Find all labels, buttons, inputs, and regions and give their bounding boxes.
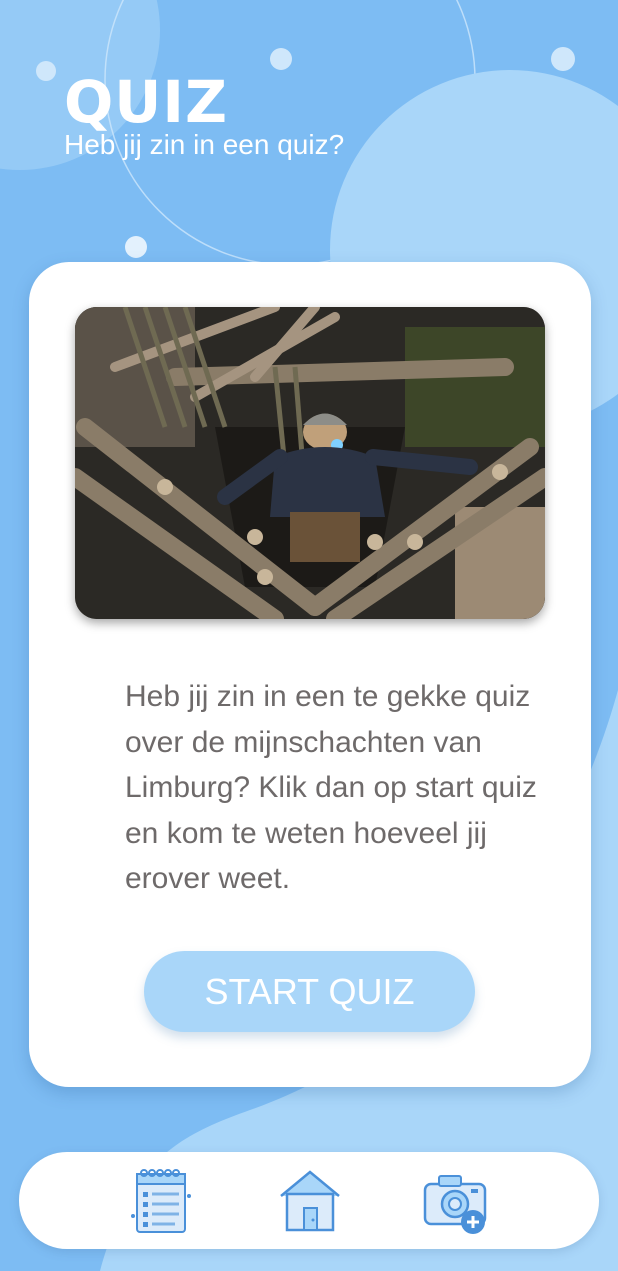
start-quiz-button[interactable]: START QUIZ	[144, 951, 475, 1032]
page-header: QUIZ Heb jij zin in een quiz?	[64, 70, 344, 162]
notepad-list-icon[interactable]	[127, 1166, 197, 1236]
mine-shaft-photo	[75, 307, 545, 619]
quiz-description: Heb jij zin in een te gekke quiz over de…	[125, 680, 537, 895]
home-icon[interactable]	[275, 1166, 345, 1236]
quiz-card: Heb jij zin in een te gekke quiz over de…	[29, 262, 591, 1087]
page-title: QUIZ	[64, 68, 229, 136]
camera-add-icon[interactable]	[421, 1166, 491, 1236]
bottom-navbar	[19, 1152, 599, 1249]
page-subtitle: Heb jij zin in een quiz?	[64, 129, 345, 160]
